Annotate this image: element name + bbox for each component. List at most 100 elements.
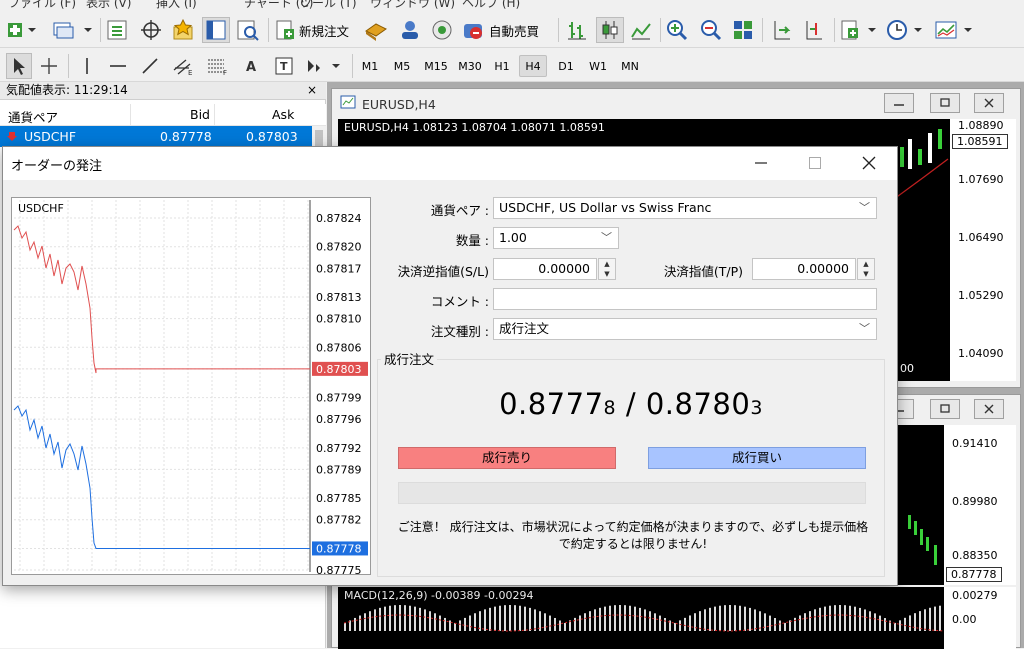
macd-bar xyxy=(509,605,511,631)
macd-bar xyxy=(399,605,401,631)
tick-chart-price-label: 0.87785 xyxy=(316,492,362,505)
tick-chart-price-label: 0.87806 xyxy=(316,341,362,354)
timeframe-m15[interactable]: M15 xyxy=(420,55,452,77)
template-icon xyxy=(935,21,972,39)
dialog-maximize-button[interactable] xyxy=(795,151,835,175)
timeframe-h4[interactable]: H4 xyxy=(519,55,547,77)
close-button[interactable] xyxy=(974,93,1004,113)
dialog-minimize-button[interactable] xyxy=(741,151,781,175)
trend-line-tool[interactable] xyxy=(140,53,160,79)
macd-axis: 0.00279 0.00 xyxy=(944,587,1016,649)
timeframe-m30[interactable]: M30 xyxy=(454,55,486,77)
col-ask[interactable]: Ask xyxy=(272,107,294,122)
col-symbol[interactable]: 通貨ペア xyxy=(8,107,58,126)
periods-button[interactable] xyxy=(886,17,926,43)
indicators-button[interactable] xyxy=(840,17,880,43)
stop-loss-input[interactable]: 0.00000 xyxy=(493,258,597,280)
line-chart-button[interactable] xyxy=(630,17,652,43)
restore-button[interactable] xyxy=(930,399,960,419)
take-profit-stepper[interactable]: ▲ ▼ xyxy=(857,258,875,280)
macd-bar xyxy=(654,613,656,631)
macd-bar xyxy=(914,613,916,631)
macd-bar xyxy=(604,606,606,631)
candlestick-button[interactable] xyxy=(596,17,624,43)
restore-button[interactable] xyxy=(930,93,960,113)
buy-by-market-button[interactable]: 成行買い xyxy=(648,447,866,469)
vertical-line-tool[interactable] xyxy=(80,53,94,79)
metaeditor-button[interactable] xyxy=(364,17,388,43)
menu-file[interactable]: ファイル (F) xyxy=(8,0,76,11)
stop-loss-stepper[interactable]: ▲ ▼ xyxy=(598,258,616,280)
timeframe-d1[interactable]: D1 xyxy=(552,55,580,77)
macd-bar xyxy=(549,615,551,631)
market-watch-toggle[interactable] xyxy=(106,17,128,43)
market-order-group-label: 成行注文 xyxy=(381,349,438,368)
templates-button[interactable] xyxy=(934,17,978,43)
macd-bar xyxy=(839,605,841,631)
arrows-tool[interactable] xyxy=(304,53,344,79)
macd-price-label: 0.00279 xyxy=(952,589,998,602)
new-chart-button[interactable] xyxy=(6,17,36,43)
terminal-toggle[interactable] xyxy=(202,17,230,43)
new-order-button[interactable]: 新規注文 xyxy=(274,17,349,43)
auto-scroll-button[interactable] xyxy=(770,17,792,43)
zoom-out-button[interactable] xyxy=(700,17,722,43)
order-type-select[interactable]: 成行注文 ﹀ xyxy=(493,318,877,340)
close-button[interactable] xyxy=(974,399,1004,419)
comment-input[interactable] xyxy=(493,288,877,310)
dialog-close-button[interactable] xyxy=(849,151,889,175)
zoom-in-button[interactable] xyxy=(666,17,688,43)
bid-pipette: 8 xyxy=(603,397,617,419)
text-tool[interactable]: A xyxy=(244,53,260,79)
tick-chart-price-label: 0.87803 xyxy=(316,363,362,376)
macd-bar xyxy=(744,606,746,631)
sell-by-market-button[interactable]: 成行売り xyxy=(398,447,616,469)
macd-bar xyxy=(724,605,726,631)
price-label: 0.89980 xyxy=(952,495,998,508)
crosshair-tool[interactable] xyxy=(38,53,60,79)
timeframe-m1[interactable]: M1 xyxy=(356,55,384,77)
timeframe-mn[interactable]: MN xyxy=(616,55,644,77)
volume-label: 数量 : xyxy=(455,233,489,248)
signals-button[interactable] xyxy=(430,17,454,43)
dialog-titlebar[interactable]: オーダーの発注 xyxy=(3,147,897,180)
favorites-button[interactable] xyxy=(172,17,196,43)
support-button[interactable] xyxy=(398,17,422,43)
chart-shift-button[interactable] xyxy=(802,17,824,43)
timeframe-w1[interactable]: W1 xyxy=(584,55,612,77)
tick-chart-price-label: 0.87775 xyxy=(316,564,362,574)
crosshair-button[interactable] xyxy=(140,17,162,43)
tester-icon xyxy=(237,20,259,41)
tile-windows-button[interactable] xyxy=(732,17,754,43)
bar-chart-button[interactable] xyxy=(566,17,588,43)
channel-tool[interactable]: E xyxy=(172,53,196,79)
auto-trade-button[interactable]: 自動売買 xyxy=(462,17,539,43)
horizontal-line-tool[interactable] xyxy=(108,53,128,79)
macd-indicator-chart[interactable]: MACD(12,26,9) -0.00389 -0.00294 xyxy=(338,587,944,649)
timeframe-m5[interactable]: M5 xyxy=(388,55,416,77)
table-row[interactable]: USDCHF 0.87778 0.87803 xyxy=(0,126,312,147)
symbol-select[interactable]: USDCHF, US Dollar vs Swiss Franc ﹀ xyxy=(493,197,877,219)
timeframe-h1[interactable]: H1 xyxy=(488,55,516,77)
cursor-button[interactable] xyxy=(6,53,32,79)
col-bid[interactable]: Bid xyxy=(190,107,210,122)
label-tool[interactable]: T xyxy=(274,53,294,79)
fibonacci-tool[interactable]: F xyxy=(206,53,230,79)
menu-tools[interactable]: ツール (T) xyxy=(300,0,357,11)
macd-bar xyxy=(649,611,651,631)
market-watch-icon xyxy=(107,20,127,40)
menu-insert[interactable]: 挿入 (I) xyxy=(156,0,197,11)
menu-view[interactable]: 表示 (V) xyxy=(86,0,131,11)
tester-button[interactable] xyxy=(236,17,260,43)
tick-chart-plot: 0.87824 0.87820 0.87817 0.87813 0.87810 0.878… xyxy=(13,200,368,574)
profiles-button[interactable] xyxy=(52,17,96,43)
minimize-button[interactable] xyxy=(884,93,914,113)
volume-select[interactable]: 1.00 ﹀ xyxy=(493,227,619,249)
menu-window[interactable]: ウィンドウ (W) xyxy=(370,0,455,11)
take-profit-input[interactable]: 0.00000 xyxy=(752,258,856,280)
macd-bar xyxy=(344,623,346,631)
eurusd-price-axis: 1.08890 1.08591 1.07690 1.06490 1.05290 … xyxy=(950,119,1016,381)
market-watch-close-button[interactable]: × xyxy=(305,82,319,100)
menu-help[interactable]: ヘルプ (H) xyxy=(462,0,520,11)
tick-chart-price-label: 0.87817 xyxy=(316,262,362,275)
